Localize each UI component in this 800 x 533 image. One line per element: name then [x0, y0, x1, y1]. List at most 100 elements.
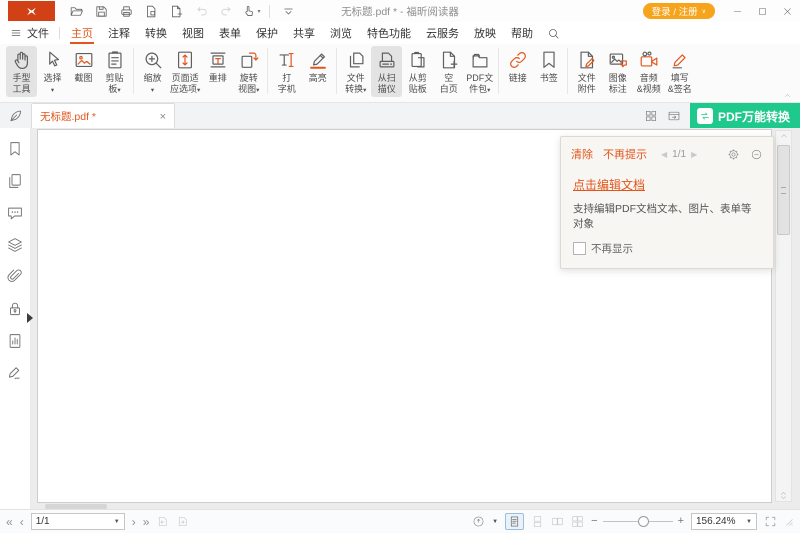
menu-tab-form[interactable]: 表单 [218, 22, 242, 44]
login-register-button[interactable]: 登录 / 注册 ∨ [643, 3, 715, 19]
save-button[interactable] [90, 2, 112, 20]
audio-video-button[interactable]: 音频 &视频 [633, 46, 664, 97]
menu-tab-protect[interactable]: 保护 [255, 22, 279, 44]
facing-continuous-view-button[interactable] [571, 515, 584, 528]
menu-tab-home[interactable]: 主页 [70, 22, 94, 44]
close-button[interactable] [775, 1, 800, 21]
sidebar-expand-handle[interactable] [27, 313, 33, 323]
next-view-button[interactable] [176, 515, 189, 528]
edit-quill-button[interactable] [0, 103, 31, 129]
snapshot-button[interactable]: 截图 [68, 46, 99, 97]
comments-panel-button[interactable] [6, 204, 24, 222]
bookmark-button[interactable]: 书签 [533, 46, 564, 97]
touch-select-button[interactable]: ▾ [240, 2, 262, 20]
scanner-button[interactable]: 从扫 描仪 [371, 46, 402, 97]
from-clipboard-button[interactable]: 从剪 贴板 [402, 46, 433, 97]
reflow-button[interactable]: 重排 [202, 46, 233, 97]
redo-button[interactable] [215, 2, 237, 20]
menu-tab-view[interactable]: 视图 [181, 22, 205, 44]
menu-tab-share[interactable]: 共享 [292, 22, 316, 44]
popup-dont-remind-button[interactable]: 不再提示 [603, 146, 647, 162]
link-button[interactable]: 链接 [502, 46, 533, 97]
security-panel-button[interactable] [6, 300, 24, 318]
typewriter-button[interactable]: 打 字机 [271, 46, 302, 97]
vertical-scrollbar[interactable] [775, 130, 792, 502]
zoom-level-dropdown[interactable]: 156.24% ▼ [691, 513, 757, 530]
signature-panel-button[interactable] [6, 364, 24, 382]
resize-grip-icon[interactable] [784, 517, 794, 527]
select-button[interactable]: 选择 ▾ [37, 46, 68, 97]
blank-page-button[interactable]: 空 白页 [433, 46, 464, 97]
search-button[interactable] [547, 27, 560, 40]
last-page-button[interactable]: » [143, 516, 150, 528]
file-menu-button[interactable]: 文件 [10, 25, 49, 41]
rotate-view-button[interactable]: 旋转 视图▾ [233, 46, 264, 97]
fill-sign-button[interactable]: 填写 &签名 [664, 46, 695, 97]
next-page-button[interactable]: › [132, 516, 136, 528]
undo-button[interactable] [190, 2, 212, 20]
dont-show-checkbox[interactable] [573, 242, 586, 255]
popup-header: 清除 不再提示 ◀ 1/1 ▶ [561, 137, 773, 169]
fit-page-button[interactable]: 页面适 应选项▾ [168, 46, 202, 97]
zoom-out-button[interactable]: − [591, 516, 597, 527]
file-attach-button[interactable]: 文件 附件 [571, 46, 602, 97]
pan-mode-button[interactable] [472, 515, 485, 528]
previous-view-button[interactable] [156, 515, 169, 528]
fields-panel-button[interactable] [6, 332, 24, 350]
customize-toolbar-button[interactable] [277, 2, 299, 20]
close-tab-icon[interactable]: × [160, 111, 166, 123]
highlight-button[interactable]: 高亮 [302, 46, 333, 97]
popup-clear-button[interactable]: 清除 [571, 146, 593, 162]
switch-tab-button[interactable] [663, 105, 686, 128]
popup-prev-icon[interactable]: ◀ [661, 150, 667, 159]
menu-tab-browse[interactable]: 浏览 [329, 22, 353, 44]
login-label: 登录 / 注册 [652, 4, 698, 18]
popup-next-icon[interactable]: ▶ [691, 150, 697, 159]
chevron-down-icon[interactable]: ▼ [492, 519, 498, 525]
zoom-button[interactable]: 缩放 ▾ [137, 46, 168, 97]
scroll-options-icon[interactable] [776, 491, 791, 500]
bookmark-panel-button[interactable] [6, 140, 24, 158]
vertical-scrollbar-thumb[interactable] [777, 145, 790, 235]
layers-panel-button[interactable] [6, 236, 24, 254]
add-page-button[interactable] [165, 2, 187, 20]
menu-tab-help[interactable]: 帮助 [510, 22, 534, 44]
maximize-button[interactable] [750, 1, 775, 21]
pages-panel-button[interactable] [6, 172, 24, 190]
prev-page-button[interactable]: ‹ [20, 516, 24, 528]
document-tab[interactable]: 无标题.pdf * × [31, 103, 175, 129]
hand-button[interactable]: 手型 工具 [6, 46, 37, 97]
menu-tab-present[interactable]: 放映 [473, 22, 497, 44]
edit-document-link[interactable]: 点击编辑文档 [573, 176, 645, 193]
continuous-view-button[interactable] [531, 515, 544, 528]
export-page-button[interactable] [140, 2, 162, 20]
fullscreen-button[interactable] [764, 515, 777, 528]
page-number-dropdown[interactable]: 1/1 ▼ [31, 513, 125, 530]
single-page-view-button[interactable] [505, 513, 524, 530]
open-button[interactable] [65, 2, 87, 20]
menu-tab-features[interactable]: 特色功能 [366, 22, 412, 44]
clipboard-button[interactable]: 剪贴 板▾ [99, 46, 130, 97]
convert-file-button[interactable]: 文件 转换▾ [340, 46, 371, 97]
zoom-slider[interactable] [603, 521, 673, 522]
menu-tab-cloud[interactable]: 云服务 [425, 22, 460, 44]
menu-tab-comment[interactable]: 注释 [107, 22, 131, 44]
zoom-in-button[interactable]: + [678, 516, 684, 527]
hand-icon [11, 49, 33, 71]
attachments-panel-button[interactable] [6, 268, 24, 286]
gear-icon[interactable] [727, 148, 740, 161]
pdf-convert-button[interactable]: PDF万能转换 [690, 103, 800, 129]
first-page-button[interactable]: « [6, 516, 13, 528]
collapse-popup-icon[interactable] [750, 148, 763, 161]
print-button[interactable] [115, 2, 137, 20]
facing-view-button[interactable] [551, 515, 564, 528]
minimize-button[interactable] [725, 1, 750, 21]
collapse-ribbon-button[interactable] [783, 91, 792, 100]
menu-tab-convert[interactable]: 转换 [144, 22, 168, 44]
zoom-slider-thumb[interactable] [638, 516, 649, 527]
scroll-up-icon[interactable] [776, 132, 791, 140]
image-annot-button[interactable]: 图像 标注 [602, 46, 633, 97]
grid-view-button[interactable] [640, 105, 663, 128]
ribbon-button-label: 文件 转换▾ [345, 73, 366, 96]
portfolio-button[interactable]: PDF文 件包▾ [464, 46, 495, 97]
